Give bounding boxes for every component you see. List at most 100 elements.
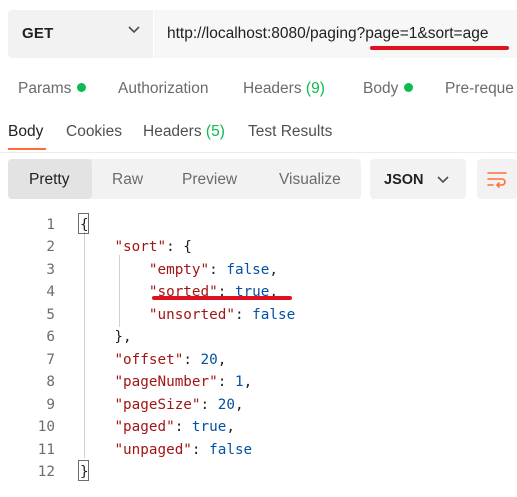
response-tab-body[interactable]: Body — [8, 123, 43, 141]
indent-guide — [119, 255, 120, 327]
code-text: "pageSize": 20, — [80, 394, 244, 417]
json-punctuation: , — [234, 396, 244, 413]
code-line: 5 "unsorted": false — [0, 304, 517, 327]
json-key: "sort" — [114, 239, 167, 255]
json-punctuation: : — [217, 374, 235, 390]
view-visualize-button[interactable]: Visualize — [279, 171, 341, 189]
code-text: }, — [80, 326, 132, 349]
view-preview-button[interactable]: Preview — [182, 171, 237, 189]
query-annotation-underline — [370, 46, 509, 50]
code-line: 10 "paged": true, — [0, 416, 517, 439]
tab-headers[interactable]: Headers (9) — [243, 80, 325, 98]
url-text: http://localhost:8080/paging?page=1&sort… — [167, 25, 489, 42]
chevron-down-icon — [437, 176, 449, 184]
code-text: "paged": true, — [80, 416, 235, 439]
chevron-down-icon — [128, 26, 140, 34]
response-tab-cookies[interactable]: Cookies — [66, 123, 122, 141]
code-line: 6 }, — [0, 326, 517, 349]
line-number: 9 — [46, 396, 55, 413]
view-raw-button[interactable]: Raw — [112, 171, 143, 189]
method-label: GET — [22, 25, 54, 42]
json-key: "unpaged" — [114, 441, 192, 458]
json-punctuation — [80, 307, 149, 323]
json-key: "offset" — [114, 351, 184, 368]
json-punctuation: : — [183, 351, 201, 368]
tab-count: (9) — [305, 80, 325, 97]
indent-guide — [84, 232, 85, 458]
active-tab-indicator — [8, 148, 46, 150]
divider — [0, 152, 517, 153]
json-punctuation: : — [191, 441, 210, 458]
json-value: 20 — [217, 396, 235, 413]
json-value: true — [191, 419, 227, 435]
bracket-match-highlight — [78, 460, 89, 481]
tab-pre-request[interactable]: Pre-reque — [445, 80, 514, 98]
json-key: "pageNumber" — [114, 374, 218, 390]
json-punctuation — [80, 419, 114, 435]
response-tab-headers[interactable]: Headers (5) — [143, 123, 225, 141]
json-punctuation: , — [226, 419, 235, 435]
code-line: 9 "pageSize": 20, — [0, 394, 517, 417]
json-punctuation: }, — [80, 329, 132, 345]
json-punctuation — [80, 239, 114, 255]
json-punctuation — [80, 442, 114, 458]
line-number: 7 — [46, 351, 55, 368]
json-key: "empty" — [148, 261, 210, 278]
line-number: 6 — [46, 329, 55, 345]
response-tab-test-results[interactable]: Test Results — [248, 123, 332, 141]
code-text: "pageNumber": 1, — [80, 371, 252, 394]
code-text: "sorted": true, — [80, 281, 278, 304]
json-punctuation: , — [217, 351, 227, 368]
tab-body[interactable]: Body — [363, 80, 414, 98]
code-line: 4 "sorted": true, — [0, 281, 517, 304]
tab-label: Body — [363, 80, 399, 97]
line-number: 2 — [46, 239, 55, 255]
json-punctuation — [80, 284, 149, 300]
json-punctuation: : { — [166, 239, 192, 255]
tab-label: Headers — [243, 80, 302, 97]
tab-params[interactable]: Params — [18, 80, 87, 98]
line-number: 3 — [46, 261, 55, 278]
json-key: "pageSize" — [114, 396, 201, 413]
code-line: 2 "sort": { — [0, 236, 517, 259]
json-value: 1 — [234, 374, 244, 390]
line-number: 4 — [46, 284, 55, 300]
tab-label: Headers — [143, 123, 202, 140]
line-number: 8 — [46, 374, 55, 390]
code-line: 8 "pageNumber": 1, — [0, 371, 517, 394]
json-value: false — [226, 261, 270, 278]
json-punctuation: : — [209, 261, 227, 278]
code-line: 3 "empty": false, — [0, 259, 517, 282]
line-number: 5 — [46, 306, 55, 323]
line-number: 12 — [37, 464, 55, 480]
line-number: 1 — [46, 216, 55, 233]
json-key: "unsorted" — [148, 306, 235, 323]
code-text: "empty": false, — [80, 259, 278, 282]
view-pretty-label: Pretty — [29, 171, 70, 188]
code-text: "unsorted": false — [80, 304, 295, 327]
json-value: false — [252, 306, 296, 323]
json-punctuation: : — [174, 419, 192, 435]
format-label: JSON — [384, 172, 424, 188]
bracket-match-highlight — [78, 213, 89, 234]
json-punctuation: : — [234, 306, 253, 323]
json-punctuation: , — [269, 261, 279, 278]
code-text: "unpaged": false — [80, 439, 252, 462]
wrap-lines-icon — [487, 172, 507, 188]
json-punctuation — [80, 397, 114, 413]
json-punctuation — [80, 352, 114, 368]
tab-count: (5) — [205, 123, 225, 140]
line-number: 10 — [37, 419, 55, 435]
code-text: "sort": { — [80, 236, 192, 259]
tab-label: Authorization — [118, 80, 209, 97]
json-punctuation: : — [200, 396, 218, 413]
tab-label: Params — [18, 80, 72, 97]
code-line: 11 "unpaged": false — [0, 439, 517, 462]
code-text: "offset": 20, — [80, 349, 226, 372]
line-number: 11 — [37, 441, 55, 458]
json-punctuation — [80, 374, 114, 390]
code-line: 7 "offset": 20, — [0, 349, 517, 372]
status-dot-icon — [77, 83, 87, 92]
tab-authorization[interactable]: Authorization — [118, 80, 208, 98]
sorted-annotation-underline — [152, 296, 292, 300]
